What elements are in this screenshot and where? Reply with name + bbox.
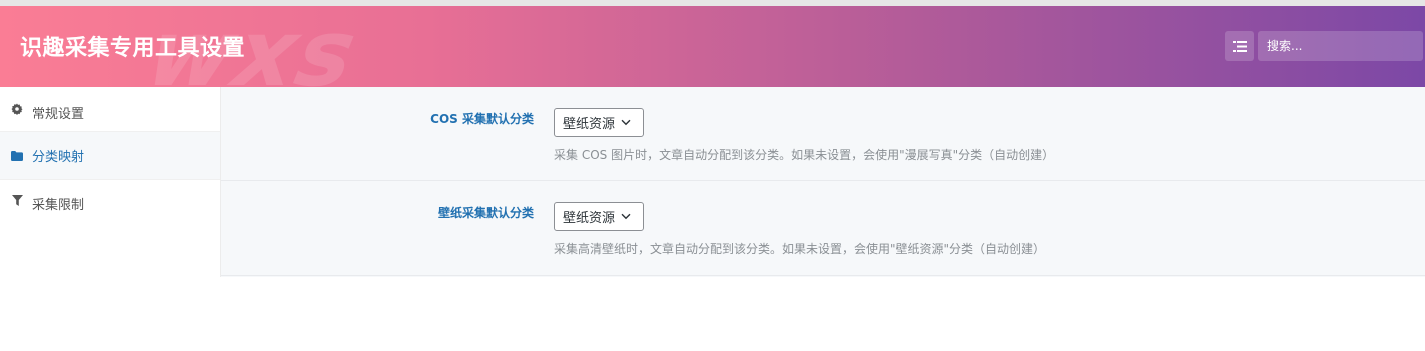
sidebar-item-label: 常规设置: [32, 107, 85, 122]
select-value: 壁纸资源: [563, 211, 616, 226]
setting-description: 采集 COS 图片时，文章自动分配到该分类。如果未设置，会使用"漫展写真"分类（…: [554, 148, 1055, 162]
page-title: 识趣采集专用工具设置: [20, 36, 246, 61]
setting-row-wallpaper-category: 壁纸采集默认分类 壁纸资源 采集高清壁纸时，文章自动分配到该分类。如果未设置，会…: [221, 181, 1425, 276]
sidebar-item-category-mapping[interactable]: 分类映射: [0, 132, 220, 180]
category-select[interactable]: 壁纸资源: [554, 108, 644, 137]
list-icon: [1232, 40, 1247, 52]
setting-row-cos-category: COS 采集默认分类 壁纸资源 采集 COS 图片时，文章自动分配到该分类。如果…: [221, 87, 1425, 181]
settings-header: wxs 识趣采集专用工具设置: [0, 6, 1425, 87]
menu-toggle-button[interactable]: [1225, 31, 1254, 61]
sidebar-item-general[interactable]: 常规设置: [0, 87, 220, 132]
sidebar-item-collection-limits[interactable]: 采集限制: [0, 180, 220, 226]
category-select[interactable]: 壁纸资源: [554, 202, 644, 231]
setting-description: 采集高清壁纸时，文章自动分配到该分类。如果未设置，会使用"壁纸资源"分类（自动创…: [554, 242, 1046, 256]
chevron-down-icon: [621, 213, 631, 220]
setting-label: COS 采集默认分类: [430, 112, 534, 126]
setting-label: 壁纸采集默认分类: [437, 206, 534, 220]
settings-content: COS 采集默认分类 壁纸资源 采集 COS 图片时，文章自动分配到该分类。如果…: [221, 87, 1425, 277]
settings-sidebar: 常规设置 分类映射 采集限制: [0, 87, 221, 277]
folder-icon: [11, 150, 23, 162]
gear-icon: [11, 103, 23, 115]
select-value: 壁纸资源: [563, 117, 616, 132]
sidebar-item-label: 分类映射: [32, 150, 85, 165]
search-input[interactable]: [1258, 31, 1423, 61]
filter-icon: [11, 194, 23, 206]
sidebar-item-label: 采集限制: [32, 198, 85, 213]
chevron-down-icon: [621, 119, 631, 126]
